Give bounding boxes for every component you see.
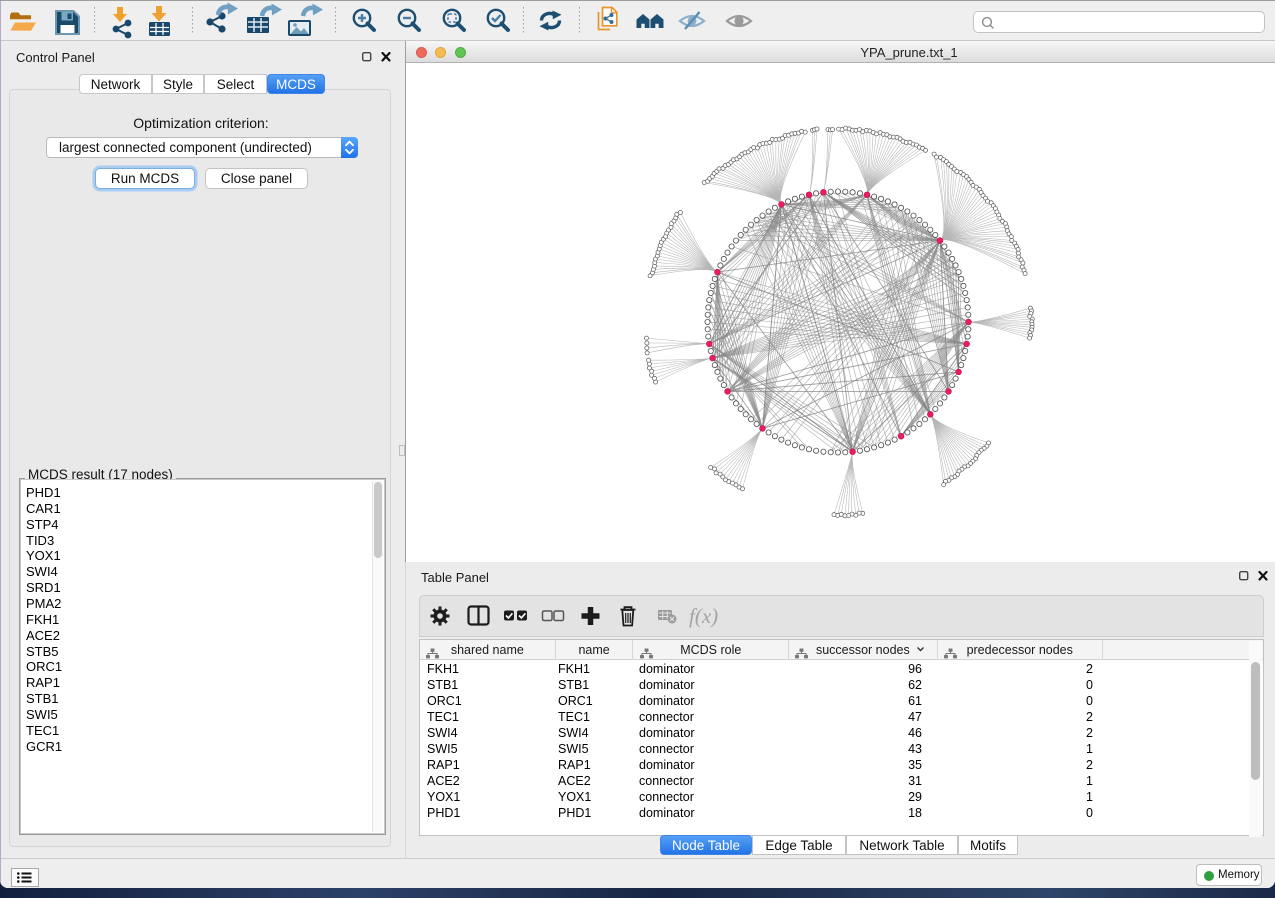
svg-text:f(x): f(x)	[689, 604, 718, 628]
